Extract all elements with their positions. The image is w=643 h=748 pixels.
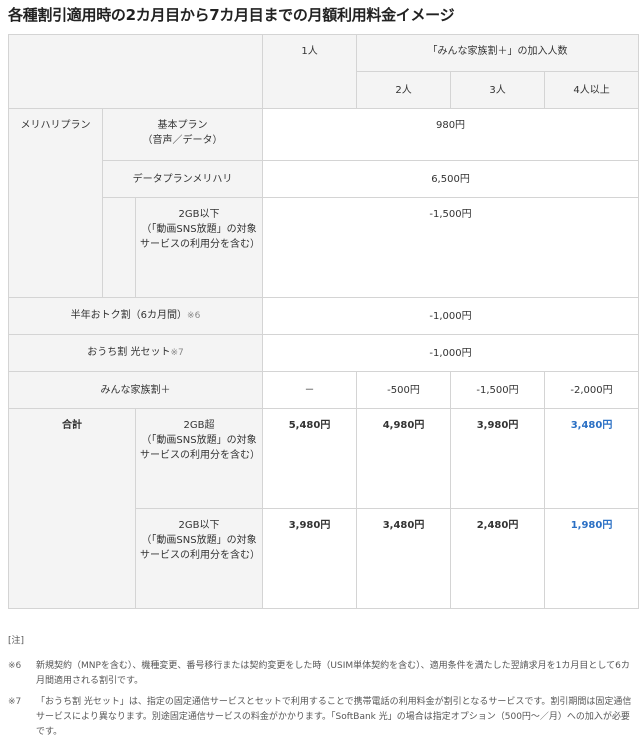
- under-2gb-total-label: 2GB以下 （「動画SNS放題」の対象サービスの利用分を含む）: [134, 508, 264, 609]
- ouchi-discount-value: -1,000円: [262, 334, 640, 372]
- total-over-2gb-2-people: 4,980円: [356, 408, 452, 509]
- family-discount-3-people: -1,500円: [450, 371, 546, 409]
- row-family-discount: みんな家族割＋ － -500円 -1,500円 -2,000円: [7, 371, 640, 409]
- footnote-7-text: 「おうち割 光セット」は、指定の固定通信サービスとセットで利用することで携帯電話…: [36, 697, 632, 737]
- total-over-2gb-4-plus: 3,480円: [544, 408, 640, 509]
- footnote-6-text: 新規契約（MNPを含む）、機種変更、番号移行または契約変更をした時（USIM単体…: [36, 661, 630, 686]
- header-four-plus: 4人以上: [544, 71, 640, 109]
- footnote-7: ※7 「おうち割 光セット」は、指定の固定通信サービスとセットで利用することで携…: [8, 695, 638, 740]
- footnote-6-mark: ※6: [8, 661, 22, 671]
- total-under-2gb-3-people: 2,480円: [450, 508, 546, 609]
- footnote-7-mark: ※7: [8, 697, 22, 707]
- over-2gb-label: 2GB超 （「動画SNS放題」の対象サービスの利用分を含む）: [134, 408, 264, 509]
- footnote-6: ※6 新規契約（MNPを含む）、機種変更、番号移行または契約変更をした時（USI…: [8, 659, 638, 689]
- data-plan-value: 6,500円: [262, 160, 640, 198]
- note-ref-7[interactable]: ※7: [170, 348, 183, 358]
- total-over-2gb-3-people: 3,980円: [450, 408, 546, 509]
- header-one-person: 1人: [262, 34, 358, 109]
- header-corner-cell: [7, 34, 264, 109]
- total-over-2gb-1-person: 5,480円: [262, 408, 358, 509]
- header-row-1: 1人 「みんな家族割＋」の加入人数: [7, 34, 640, 109]
- notes-section: [注] ※6 新規契約（MNPを含む）、機種変更、番号移行または契約変更をした時…: [8, 634, 638, 746]
- header-family-group: 「みんな家族割＋」の加入人数: [356, 34, 640, 72]
- ouchi-discount-label: おうち割 光セット※7: [7, 334, 264, 372]
- note-ref-6[interactable]: ※6: [187, 311, 200, 321]
- header-three-people: 3人: [450, 71, 546, 109]
- under-2gb-total-label-text: 2GB以下 （「動画SNS放題」の対象サービスの利用分を含む）: [140, 520, 260, 561]
- ouchi-discount-text: おうち割 光セット: [87, 347, 171, 358]
- halfyear-discount-text: 半年おトク割（6カ月間）: [70, 310, 188, 321]
- row-ouchi-discount: おうち割 光セット※7 -1,000円: [7, 334, 640, 372]
- fee-table: 1人 「みんな家族割＋」の加入人数 2人 3人 4人以上 メリハリプラン 基本プ…: [7, 34, 640, 609]
- over-2gb-label-text: 2GB超 （「動画SNS放題」の対象サービスの利用分を含む）: [140, 420, 260, 461]
- row-basic-plan: メリハリプラン 基本プラン （音声／データ） 980円: [8, 108, 640, 298]
- page-title: 各種割引適用時の2カ月目から7カ月目までの月額利用料金イメージ: [8, 6, 455, 24]
- row-total-over-2gb: 合計 2GB超 （「動画SNS放題」の対象サービスの利用分を含む） 5,480円…: [8, 408, 640, 609]
- notes-header: [注]: [8, 636, 25, 646]
- family-discount-label: みんな家族割＋: [7, 371, 264, 409]
- total-under-2gb-4-plus: 1,980円: [544, 508, 640, 609]
- total-label: 合計: [8, 408, 136, 609]
- family-discount-2-people: -500円: [356, 371, 452, 409]
- basic-plan-value: 980円: [262, 108, 640, 161]
- under-2gb-value: -1,500円: [262, 197, 640, 298]
- row-halfyear-discount: 半年おトク割（6カ月間）※6 -1,000円: [7, 297, 640, 335]
- row-data-plan: データプランメリハリ 6,500円: [9, 160, 640, 198]
- row-under-2gb: 2GB以下 （「動画SNS放題」の対象サービスの利用分を含む） -1,500円: [9, 197, 640, 298]
- header-two-people: 2人: [356, 71, 452, 109]
- data-plan-label: データプランメリハリ: [101, 160, 264, 198]
- total-under-2gb-2-people: 3,480円: [356, 508, 452, 609]
- halfyear-discount-value: -1,000円: [262, 297, 640, 335]
- spacer-cell: [102, 197, 136, 298]
- family-discount-4-plus: -2,000円: [544, 371, 640, 409]
- total-under-2gb-1-person: 3,980円: [262, 508, 358, 609]
- under-2gb-label: 2GB以下 （「動画SNS放題」の対象サービスの利用分を含む）: [134, 197, 264, 298]
- plan-name-cell: メリハリプラン: [8, 108, 103, 298]
- halfyear-discount-label: 半年おトク割（6カ月間）※6: [7, 297, 264, 335]
- family-discount-1-person: －: [262, 371, 358, 409]
- basic-plan-label: 基本プラン （音声／データ）: [101, 108, 264, 161]
